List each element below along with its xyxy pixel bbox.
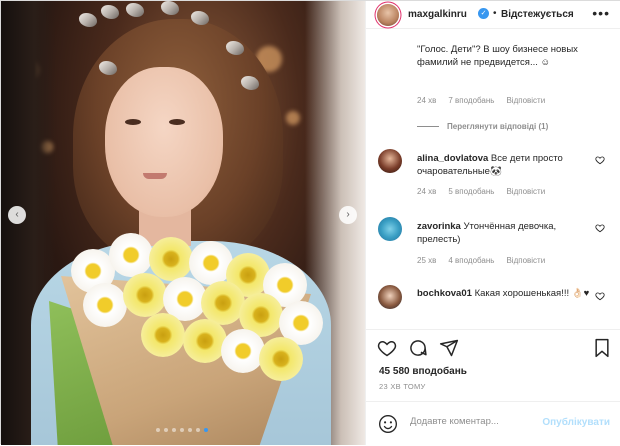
comment-text: zavorinka Утончённая девочка, прелесть)	[417, 220, 592, 246]
heart-icon[interactable]	[377, 338, 397, 358]
daisy-flower	[183, 319, 227, 363]
comment-text: alina_dovlatova Все дети просто очароват…	[417, 152, 592, 178]
heart-icon[interactable]	[595, 223, 605, 233]
butterfly-crown	[226, 41, 244, 55]
butterfly-crown	[161, 1, 179, 15]
chevron-right-icon: ›	[346, 209, 350, 220]
comment-text: bochkova01 Какая хорошенькая!!! 👌🏻♥	[417, 287, 592, 300]
publish-button[interactable]: Опублікувати	[542, 417, 610, 428]
view-replies-label: Переглянути відповіді (1)	[447, 122, 549, 131]
comment-time[interactable]: 25 хв	[417, 256, 436, 265]
girl-face	[105, 67, 223, 217]
daisy-flower	[149, 237, 193, 281]
commenter-avatar[interactable]	[378, 149, 402, 173]
post-timestamp[interactable]: 23 ХВ ТОМУ	[379, 382, 426, 391]
carousel-dot	[164, 428, 168, 432]
heart-icon[interactable]	[595, 155, 605, 165]
comment-meta: 24 хв 5 вподобань Відповісти	[417, 187, 545, 196]
post-photo[interactable]: ‹ ›	[1, 1, 365, 445]
comment-meta: 24 хв 7 вподобань Відповісти	[417, 96, 545, 105]
more-options-icon[interactable]: •••	[592, 5, 610, 21]
daisy-flower	[109, 233, 153, 277]
butterfly-crown	[191, 11, 209, 25]
share-icon[interactable]	[439, 338, 459, 358]
comment-time[interactable]: 24 хв	[417, 187, 436, 196]
post-likes-count[interactable]: 45 580 вподобань	[379, 366, 467, 377]
daisy-flower	[141, 313, 185, 357]
carousel-dot	[196, 428, 200, 432]
carousel-next-button[interactable]: ›	[339, 206, 357, 224]
commenter-username[interactable]: alina_dovlatova	[417, 153, 488, 164]
comment-likes[interactable]: 5 вподобань	[448, 187, 494, 196]
commenter-username[interactable]: zavorinka	[417, 221, 461, 232]
author-avatar[interactable]	[377, 4, 399, 26]
author-username[interactable]: maxgalkinru	[408, 9, 467, 20]
butterfly-crown	[126, 3, 144, 17]
daisy-flower	[123, 273, 167, 317]
instagram-post: ‹ › maxgalkinru ✓ • Відстежується ••• "Г…	[0, 0, 620, 445]
comment-icon[interactable]	[408, 338, 428, 358]
reply-button[interactable]: Відповісти	[506, 187, 545, 196]
commenter-avatar[interactable]	[378, 285, 402, 309]
comment-meta: 25 хв 4 вподобань Відповісти	[417, 256, 545, 265]
carousel-dot	[172, 428, 176, 432]
commenter-username[interactable]: bochkova01	[417, 288, 472, 299]
girl-eye	[169, 119, 185, 125]
girl-mouth	[143, 173, 167, 179]
comment-likes[interactable]: 4 вподобань	[448, 256, 494, 265]
carousel-prev-button[interactable]: ‹	[8, 206, 26, 224]
post-actions: 45 580 вподобань 23 ХВ ТОМУ Опублікувати	[366, 329, 620, 445]
verified-badge-icon: ✓	[478, 8, 489, 19]
carousel-dot	[180, 428, 184, 432]
comment-input[interactable]	[410, 416, 530, 427]
heart-icon[interactable]	[595, 291, 605, 301]
comment-text: "Голос. Дети"? В шоу бизнесе новых фамил…	[417, 44, 578, 68]
replies-divider	[417, 126, 439, 127]
header-separator: •	[493, 8, 497, 19]
butterfly-crown	[101, 5, 119, 19]
carousel-dot	[156, 428, 160, 432]
post-header: maxgalkinru ✓ • Відстежується •••	[366, 1, 620, 29]
daisy-flower	[259, 337, 303, 381]
comment-body: Какая хорошенькая!!! 👌🏻♥	[474, 288, 590, 299]
reply-button[interactable]: Відповісти	[506, 256, 545, 265]
butterfly-crown	[79, 13, 97, 27]
add-comment-form: Опублікувати	[366, 401, 620, 446]
view-replies-button[interactable]: Переглянути відповіді (1)	[417, 122, 548, 131]
butterfly-crown	[99, 61, 117, 75]
commenter-avatar[interactable]	[378, 217, 402, 241]
carousel-dot	[204, 428, 208, 432]
emoji-icon[interactable]	[378, 414, 398, 434]
daisy-flower	[83, 283, 127, 327]
girl-eye	[125, 119, 141, 125]
bokeh-light	[286, 111, 300, 125]
butterfly-crown	[241, 76, 259, 90]
comment-time[interactable]: 24 хв	[417, 96, 436, 105]
comment-likes[interactable]: 7 вподобань	[448, 96, 494, 105]
carousel-indicator	[156, 428, 208, 432]
bookmark-icon[interactable]	[592, 338, 612, 358]
carousel-dot	[188, 428, 192, 432]
follow-status-button[interactable]: Відстежується	[501, 9, 574, 20]
chevron-left-icon: ‹	[15, 209, 19, 220]
post-side-panel: maxgalkinru ✓ • Відстежується ••• "Голос…	[365, 1, 620, 445]
reply-button[interactable]: Відповісти	[506, 96, 545, 105]
daisy-flower	[221, 329, 265, 373]
